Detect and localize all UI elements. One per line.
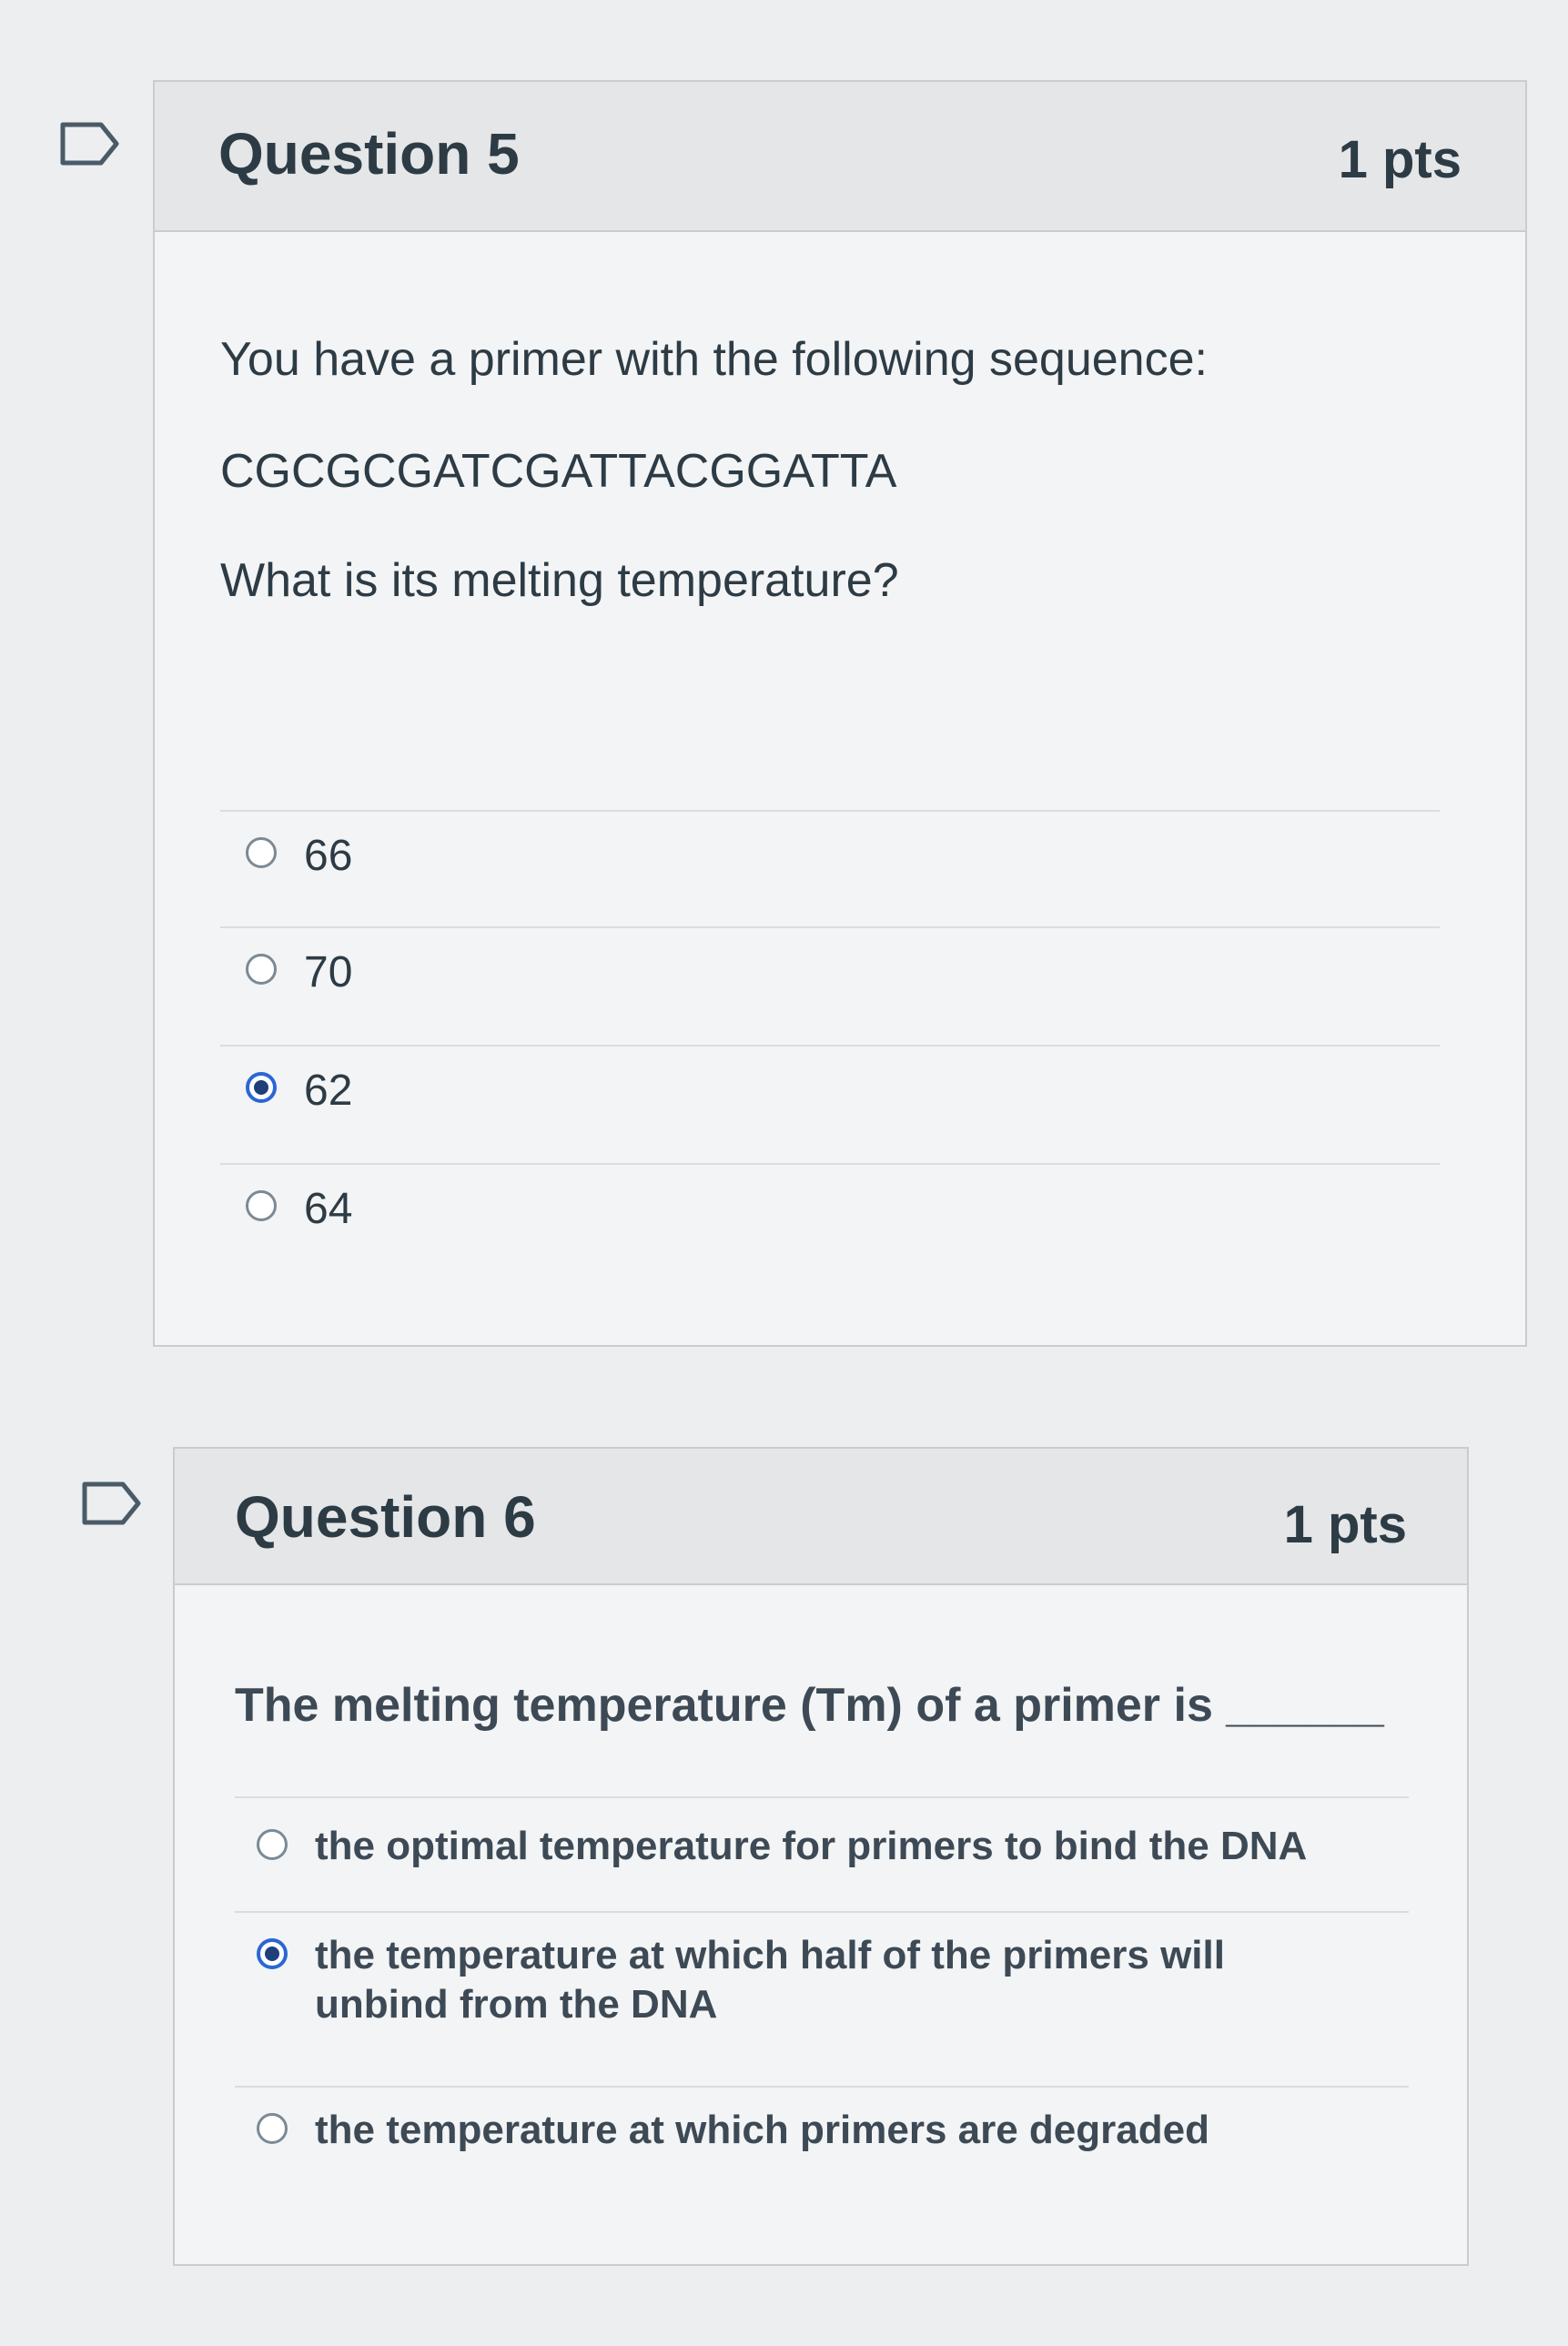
answer-divider	[220, 810, 1440, 812]
answer-divider	[235, 1796, 1409, 1798]
radio-button[interactable]	[257, 1829, 288, 1860]
radio-button-checked[interactable]	[246, 1072, 277, 1103]
answer-option[interactable]: 64	[246, 1183, 352, 1237]
question-card: Question 6 1 pts The melting temperature…	[173, 1447, 1469, 2266]
radio-button[interactable]	[246, 1190, 277, 1221]
answer-divider	[220, 1163, 1440, 1165]
answer-divider	[235, 2086, 1409, 2088]
answer-label: 64	[304, 1185, 353, 1233]
answer-label: the optimal temperature for primers to b…	[315, 1824, 1308, 1868]
flag-question-icon[interactable]	[82, 1481, 142, 1525]
answer-label: the temperature at which half of the pri…	[315, 1933, 1225, 2027]
question-points: 1 pts	[1338, 130, 1462, 189]
question-title: Question 6	[235, 1484, 536, 1550]
radio-button-checked[interactable]	[257, 1938, 288, 1969]
answer-option[interactable]: 66	[246, 830, 352, 884]
question-card: Question 5 1 pts You have a primer with …	[153, 80, 1527, 1347]
answer-option[interactable]: the temperature at which primers are deg…	[257, 2106, 1403, 2155]
answer-option[interactable]: 70	[246, 946, 352, 1000]
question-header: Question 6 1 pts	[175, 1449, 1467, 1585]
question-sequence: CGCGCGATCGATTACGGATTA	[220, 445, 897, 498]
answer-option[interactable]: the optimal temperature for primers to b…	[257, 1822, 1403, 1871]
answer-label: 66	[304, 832, 353, 880]
radio-button[interactable]	[257, 2113, 288, 2144]
answer-divider	[235, 1911, 1409, 1913]
question-prompt: The melting temperature (Tm) of a primer…	[235, 1679, 1384, 1732]
answer-divider	[220, 926, 1440, 928]
question-prompt: You have a primer with the following seq…	[220, 333, 1208, 386]
radio-button[interactable]	[246, 837, 277, 868]
question-prompt: What is its melting temperature?	[220, 554, 899, 607]
answer-divider	[220, 1045, 1440, 1047]
question-title: Question 5	[218, 121, 520, 187]
answer-label: the temperature at which primers are deg…	[315, 2108, 1209, 2152]
question-header: Question 5 1 pts	[155, 82, 1525, 232]
answer-label: 62	[304, 1067, 353, 1115]
answer-option-selected[interactable]: 62	[246, 1065, 352, 1118]
question-points: 1 pts	[1283, 1495, 1407, 1554]
answer-label: 70	[304, 948, 353, 996]
answer-option-selected[interactable]: the temperature at which half of the pri…	[257, 1931, 1349, 2028]
radio-button[interactable]	[246, 954, 277, 985]
flag-question-icon[interactable]	[60, 122, 120, 166]
